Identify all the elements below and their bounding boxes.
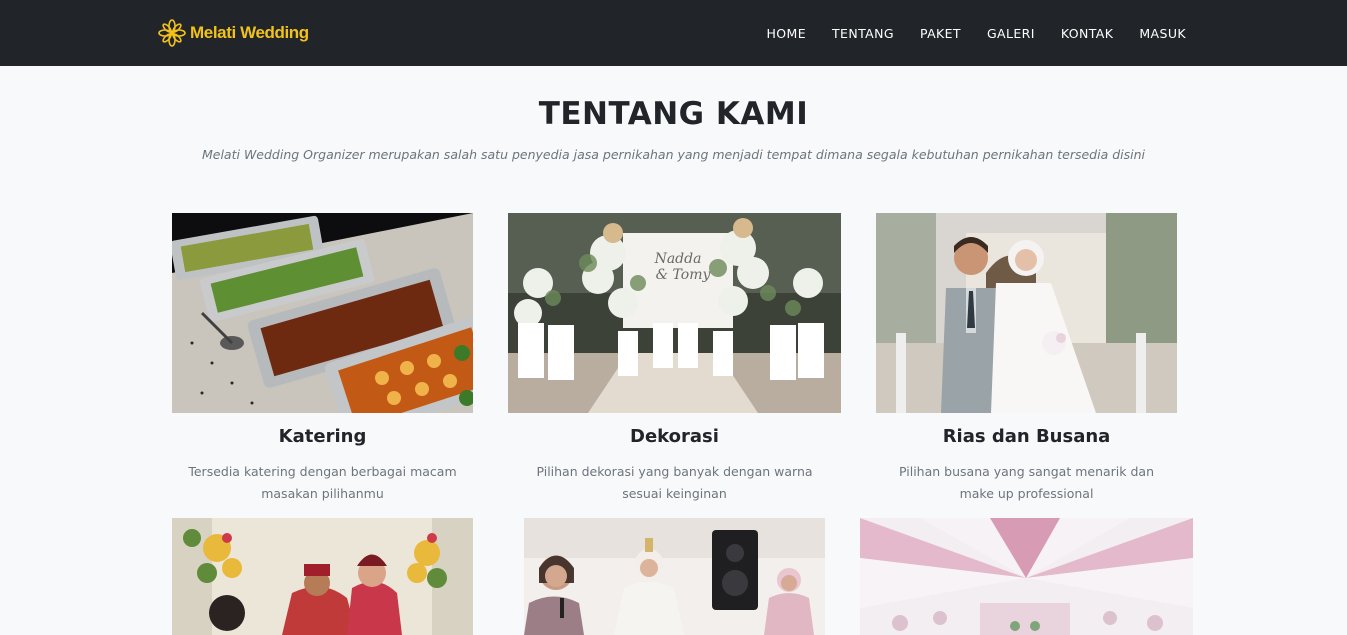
nav-masuk[interactable]: MASUK <box>1139 26 1186 41</box>
service-text-dekorasi: Pilihan dekorasi yang banyak dengan warn… <box>536 464 813 501</box>
nav-tentang[interactable]: TENTANG <box>832 26 894 41</box>
tent-venue-image <box>860 518 1193 635</box>
brand-name: Melati Wedding <box>190 23 309 42</box>
ceremony-image <box>172 518 473 635</box>
brand-link[interactable]: Melati Wedding <box>156 16 309 50</box>
service-title-katering: Katering <box>278 426 367 447</box>
navbar: Melati Wedding HOME TENTANG PAKET GALERI… <box>0 0 1347 66</box>
nav-galeri[interactable]: GALERI <box>987 26 1035 41</box>
bride-groom-image <box>876 213 1177 413</box>
nav-home[interactable]: HOME <box>766 26 806 41</box>
decoration-image: Nadda & Tomy <box>508 213 841 413</box>
service-text-rias-busana: Pilihan busana yang sangat menarik dan m… <box>899 464 1154 501</box>
service-title-rias-busana: Rias dan Busana <box>942 426 1111 447</box>
section-title: TENTANG KAMI <box>538 96 809 132</box>
flower-icon <box>156 17 188 49</box>
nav-paket[interactable]: PAKET <box>920 26 961 41</box>
entertainment-image <box>524 518 825 635</box>
service-title-dekorasi: Dekorasi <box>630 426 719 447</box>
section-subtitle: Melati Wedding Organizer merupakan salah… <box>201 147 1145 162</box>
service-text-katering: Tersedia katering dengan berbagai macam … <box>188 464 457 501</box>
nav-kontak[interactable]: KONTAK <box>1061 26 1114 41</box>
catering-image <box>172 213 473 413</box>
svg-text:Nadda: Nadda <box>654 251 702 267</box>
svg-text:& Tomy: & Tomy <box>656 267 712 283</box>
main-nav: HOME TENTANG PAKET GALERI KONTAK MASUK <box>740 0 1186 66</box>
